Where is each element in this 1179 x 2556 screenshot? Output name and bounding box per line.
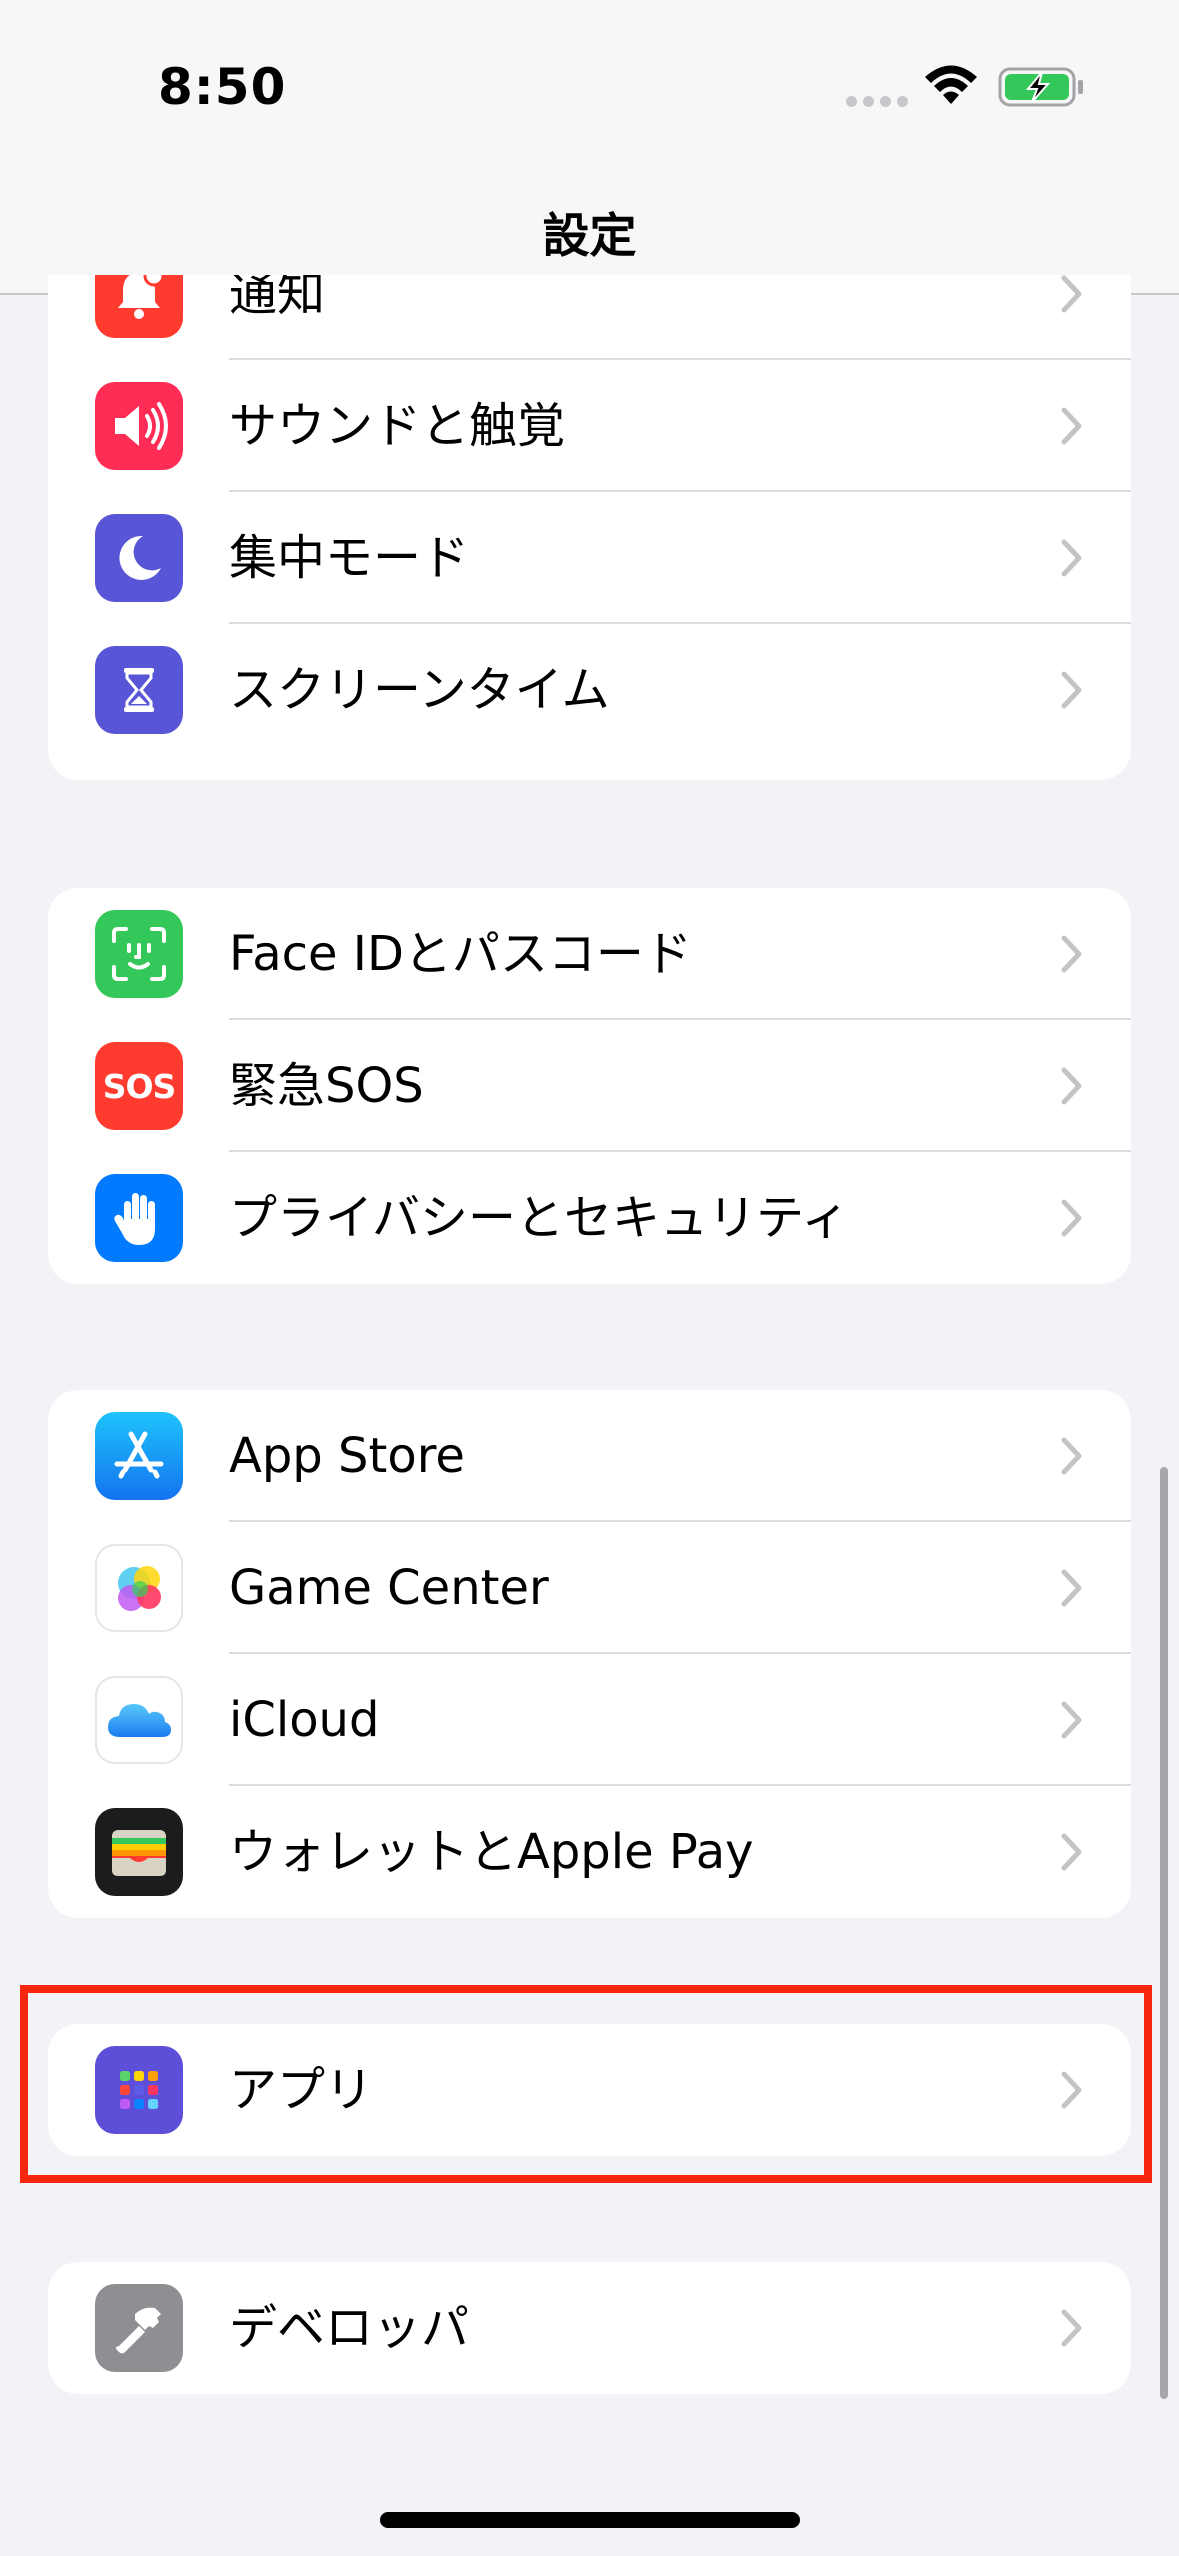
settings-row-face-id[interactable]: Face IDとパスコード [48, 888, 1131, 1020]
chevron-right-icon [1061, 935, 1082, 973]
chevron-right-icon [1061, 407, 1082, 445]
sos-icon-text: SOS [102, 1066, 177, 1106]
hand-icon [95, 1174, 183, 1262]
icloud-icon [95, 1676, 183, 1764]
settings-row-label: 集中モード [229, 530, 470, 586]
chevron-right-icon [1061, 1833, 1082, 1871]
settings-row-label: アプリ [229, 2062, 374, 2118]
settings-row-sounds[interactable]: サウンドと触覚 [48, 360, 1131, 492]
wallet-icon [95, 1808, 183, 1896]
apps-grid-icon [95, 2046, 183, 2134]
settings-row-emergency-sos[interactable]: SOS 緊急SOS [48, 1020, 1131, 1152]
settings-row-label: サウンドと触覚 [229, 398, 566, 454]
settings-row-notifications[interactable]: 通知 [48, 275, 1131, 360]
chevron-right-icon [1061, 1569, 1082, 1607]
chevron-right-icon [1061, 2071, 1082, 2109]
settings-row-label: App Store [229, 1428, 465, 1484]
app-store-icon [95, 1412, 183, 1500]
settings-row-game-center[interactable]: Game Center [48, 1522, 1131, 1654]
hammer-icon [95, 2284, 183, 2372]
chevron-right-icon [1061, 275, 1082, 313]
speaker-icon [95, 382, 183, 470]
settings-row-focus[interactable]: 集中モード [48, 492, 1131, 624]
settings-row-screen-time[interactable]: スクリーンタイム [48, 624, 1131, 756]
settings-row-label: スクリーンタイム [229, 662, 610, 718]
settings-row-label: ウォレットとApple Pay [229, 1824, 754, 1880]
game-center-icon [95, 1544, 183, 1632]
settings-group-3: App Store Game Center iCloud ウォレットとApple… [48, 1390, 1131, 1918]
page-title: 設定 [542, 209, 637, 264]
settings-row-label: 緊急SOS [229, 1058, 424, 1114]
chevron-right-icon [1061, 539, 1082, 577]
settings-group-1: 通知 サウンドと触覚 集中モード スクリーンタイム [48, 275, 1131, 780]
settings-row-privacy[interactable]: プライバシーとセキュリティ [48, 1152, 1131, 1284]
face-id-icon [95, 910, 183, 998]
scroll-indicator[interactable] [1160, 1467, 1168, 2399]
settings-group-5: デベロッパ [48, 2262, 1131, 2394]
chevron-right-icon [1061, 1437, 1082, 1475]
moon-icon [95, 514, 183, 602]
settings-row-label: プライバシーとセキュリティ [229, 1190, 850, 1246]
chevron-right-icon [1061, 671, 1082, 709]
chevron-right-icon [1061, 1701, 1082, 1739]
settings-row-label: デベロッパ [229, 2300, 470, 2356]
settings-row-developer[interactable]: デベロッパ [48, 2262, 1131, 2394]
settings-group-2: Face IDとパスコード SOS 緊急SOS プライバシーとセキュリティ [48, 888, 1131, 1284]
settings-row-icloud[interactable]: iCloud [48, 1654, 1131, 1786]
status-bar: 8:50 [0, 0, 1179, 175]
settings-row-app-store[interactable]: App Store [48, 1390, 1131, 1522]
chevron-right-icon [1061, 1199, 1082, 1237]
settings-row-label: Game Center [229, 1560, 549, 1616]
bell-icon [95, 275, 183, 338]
wifi-icon [925, 65, 977, 104]
settings-row-apps[interactable]: アプリ [48, 2024, 1131, 2156]
settings-group-4: アプリ [48, 2024, 1131, 2156]
chevron-right-icon [1061, 1067, 1082, 1105]
sos-icon: SOS [95, 1042, 183, 1130]
settings-row-wallet[interactable]: ウォレットとApple Pay [48, 1786, 1131, 1918]
status-time: 8:50 [158, 58, 287, 116]
hourglass-icon [95, 646, 183, 734]
chevron-right-icon [1061, 2309, 1082, 2347]
battery-charging-icon [998, 67, 1083, 107]
home-indicator[interactable] [380, 2512, 800, 2528]
settings-row-label: iCloud [229, 1692, 380, 1748]
settings-row-label: 通知 [229, 275, 326, 322]
cellular-signal-icon [846, 96, 908, 107]
settings-row-label: Face IDとパスコード [229, 926, 692, 982]
